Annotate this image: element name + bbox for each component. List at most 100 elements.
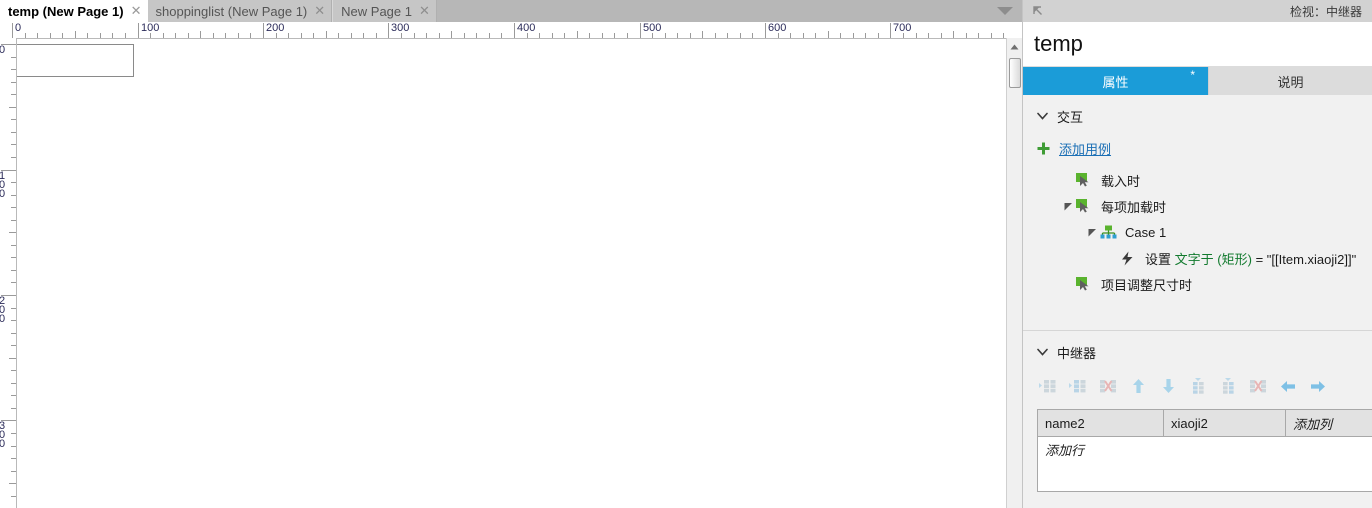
tree-expander[interactable] [1085, 225, 1099, 239]
delete-column-icon [1099, 380, 1116, 393]
add-column-right-icon [1068, 380, 1085, 393]
ruler-minor-tick [11, 257, 16, 258]
move-down-button[interactable] [1157, 376, 1179, 396]
interaction-event-onload[interactable]: 载入时 [1023, 167, 1372, 193]
design-canvas-area: 0100200300400500600700 0 100 200 300 [0, 22, 1022, 508]
ruler-minor-tick [11, 144, 16, 145]
ruler-minor-tick [11, 333, 16, 334]
ruler-minor-tick [991, 33, 992, 38]
ruler-minor-tick [903, 33, 904, 38]
canvas-vertical-scrollbar[interactable] [1006, 38, 1022, 508]
add-case-link[interactable]: 添加用例 [1059, 139, 1111, 158]
add-row-below-button[interactable] [1217, 376, 1239, 396]
ruler-minor-tick [552, 33, 553, 38]
ruler-minor-tick [451, 31, 452, 38]
ruler-minor-tick [941, 33, 942, 38]
interaction-action-set-text[interactable]: 设置 文字于 (矩形) = "[[Item.xiaoji2]]" [1023, 245, 1372, 271]
ruler-minor-tick [188, 33, 189, 38]
horizontal-ruler[interactable]: 0 100 200 300 400 500 600 700 [0, 22, 1006, 39]
tab-bar-spacer [436, 0, 988, 22]
tab-temp[interactable]: temp (New Page 1) ✕ [0, 0, 148, 22]
add-row-above-button[interactable] [1187, 376, 1209, 396]
ruler-minor-tick [11, 182, 16, 183]
tab-properties[interactable]: 属性 * [1023, 67, 1208, 95]
grid-column-header-name2[interactable]: name2 [1038, 410, 1164, 436]
close-icon[interactable]: ✕ [314, 5, 325, 18]
ruler-minor-tick [301, 33, 302, 38]
ruler-major-tick [138, 23, 139, 38]
ruler-minor-tick [338, 33, 339, 38]
widget-name-field[interactable]: temp [1023, 22, 1372, 67]
inspector-view-label: 检视：中继器 [1289, 4, 1362, 19]
move-left-button[interactable] [1277, 376, 1299, 396]
vertical-ruler[interactable]: 0 100 200 300 [0, 38, 17, 508]
ruler-minor-tick [363, 33, 364, 38]
arrow-left-icon [1281, 380, 1295, 392]
ruler-minor-tick [501, 33, 502, 38]
event-icon [1075, 276, 1093, 292]
interaction-case-1[interactable]: Case 1 [1023, 219, 1372, 245]
section-title-repeater: 中继器 [1057, 345, 1097, 361]
ruler-major-tick [765, 23, 766, 38]
canvas-surface[interactable] [17, 39, 1006, 508]
interaction-tree: 载入时 每项加载时 Case 1 设置 文字于 (矩形) = "[[Item.x… [1023, 167, 1372, 297]
interaction-event-item-resize[interactable]: 项目调整尺寸时 [1023, 271, 1372, 297]
interaction-event-item-load[interactable]: 每项加载时 [1023, 193, 1372, 219]
add-column-left-button[interactable] [1037, 376, 1059, 396]
ruler-minor-tick [853, 33, 854, 38]
ruler-major-tick [640, 23, 641, 38]
tab-label: shoppinglist (New Page 1) [155, 3, 308, 19]
ruler-minor-tick [652, 33, 653, 38]
scrollbar-thumb[interactable] [1009, 58, 1021, 88]
ruler-minor-tick [11, 82, 16, 83]
tab-new-page-1[interactable]: New Page 1 ✕ [332, 0, 437, 22]
delete-column-button[interactable] [1097, 376, 1119, 396]
ruler-minor-tick [11, 458, 16, 459]
ruler-minor-tick [100, 33, 101, 38]
ruler-minor-tick [602, 33, 603, 38]
repeater-data-grid[interactable]: name2 xiaoji2 添加列 添加行 [1037, 409, 1372, 492]
ruler-minor-tick [313, 33, 314, 38]
ruler-minor-tick [150, 33, 151, 38]
ruler-minor-tick [25, 33, 26, 38]
ruler-minor-tick [577, 31, 578, 38]
ruler-minor-tick [225, 33, 226, 38]
add-case-row[interactable]: 添加用例 [1023, 137, 1372, 159]
rectangle-shape[interactable] [17, 44, 134, 77]
ruler-minor-tick [665, 33, 666, 38]
ruler-minor-tick [163, 33, 164, 38]
ruler-minor-tick [125, 33, 126, 38]
section-header-repeater[interactable]: 中继器 [1023, 341, 1372, 363]
ruler-major-tick [263, 23, 264, 38]
tab-notes-label: 说明 [1277, 74, 1304, 90]
move-up-button[interactable] [1127, 376, 1149, 396]
collapse-arrow-icon[interactable] [1031, 4, 1045, 18]
ruler-minor-tick [953, 31, 954, 38]
chevron-down-icon [997, 7, 1013, 15]
section-header-interactions[interactable]: 交互 [1023, 105, 1372, 127]
ruler-minor-tick [11, 94, 16, 95]
grid-add-row[interactable]: 添加行 [1038, 437, 1372, 462]
tree-expander[interactable] [1061, 199, 1075, 213]
scroll-up-button[interactable] [1007, 38, 1022, 55]
add-column-right-button[interactable] [1067, 376, 1089, 396]
tree-expander-placeholder [1061, 173, 1075, 187]
tab-list-dropdown-button[interactable] [988, 0, 1022, 22]
tab-shoppinglist[interactable]: shoppinglist (New Page 1) ✕ [147, 0, 333, 22]
ruler-minor-tick [11, 383, 16, 384]
ruler-minor-tick [11, 245, 16, 246]
delete-row-button[interactable] [1247, 376, 1269, 396]
ruler-minor-tick [527, 33, 528, 38]
tab-notes[interactable]: 说明 [1208, 67, 1372, 95]
close-icon[interactable]: ✕ [131, 5, 142, 18]
ruler-label: 200 [0, 296, 8, 325]
move-right-button[interactable] [1307, 376, 1329, 396]
ruler-minor-tick [9, 358, 16, 359]
grid-column-header-xiaoji2[interactable]: xiaoji2 [1164, 410, 1286, 436]
repeater-section: 中继器 name2 xiaoji2 添加列 添加行 [1023, 341, 1372, 492]
grid-column-header-add-column[interactable]: 添加列 [1286, 410, 1372, 436]
event-label: 每项加载时 [1101, 199, 1167, 215]
ruler-minor-tick [489, 33, 490, 38]
close-icon[interactable]: ✕ [419, 5, 430, 18]
ruler-major-tick [514, 23, 515, 38]
